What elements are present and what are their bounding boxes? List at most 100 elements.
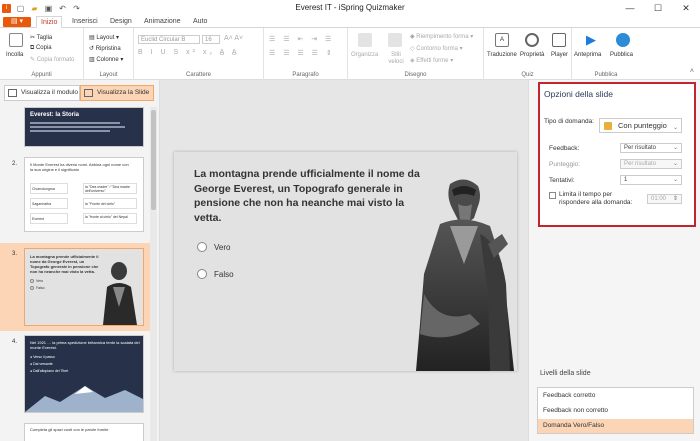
- answer-option-vero[interactable]: Vero: [197, 242, 230, 252]
- time-limit-label: Limita il tempo per rispondere alla doma…: [559, 191, 633, 206]
- quiz-group-label: Quiz: [521, 72, 534, 78]
- translation-button[interactable]: Traduzione: [487, 52, 517, 58]
- slide-thumbnail[interactable]: Completa gli spazi vuoti con le parole f…: [24, 423, 144, 441]
- chevron-down-icon: ⌄: [672, 145, 678, 151]
- group-carattere: Euclid Circular B 16 A˄ A˅ B I U S x² x₂…: [134, 28, 264, 80]
- player-button[interactable]: Player: [551, 52, 568, 58]
- gear-icon: [525, 33, 539, 47]
- thumb-number: 3.: [12, 251, 18, 257]
- tab-inizio[interactable]: Inizio: [36, 16, 63, 28]
- options-title: Opzioni della slide: [544, 89, 613, 99]
- thumbnail-scroll-thumb[interactable]: [151, 110, 156, 210]
- view-module-button[interactable]: Visualizza il modulo: [4, 85, 80, 101]
- answer-option-falso[interactable]: Falso: [197, 269, 234, 279]
- tab-design[interactable]: Design: [106, 16, 136, 28]
- reset-button[interactable]: ↺ Ripristina: [89, 45, 121, 52]
- group-paragrafo: ☰ ☰ ⇤ ⇥ ☰ ☰ ☰ ☰ ☰ ⇕ Paragrafo: [264, 28, 348, 80]
- slide-thumbnails: Everest: la Storia 2. Il Monte Everest h…: [0, 107, 150, 441]
- time-limit-checkbox[interactable]: [549, 192, 556, 199]
- levels-title: Livelli della slide: [540, 370, 591, 377]
- level-item-feedback-correct[interactable]: Feedback corretto: [538, 389, 693, 403]
- thumb-text: La montagna prende ufficialmente il nome…: [30, 254, 99, 274]
- tab-auto[interactable]: Auto: [189, 16, 211, 28]
- preview-button[interactable]: Anteprima: [574, 52, 601, 58]
- copy-button[interactable]: ⧉ Copia: [30, 45, 52, 52]
- shape-effects-button[interactable]: ◈ Effetti forme ▾: [410, 57, 453, 64]
- columns-button[interactable]: ▥ Colonne ▾: [89, 56, 123, 63]
- paste-icon: [9, 33, 23, 47]
- slide-thumbnail[interactable]: La montagna prende ufficialmente il nome…: [24, 248, 144, 326]
- stepper-icon: ⇕: [672, 196, 678, 202]
- feedback-value: Per risultato: [624, 145, 657, 151]
- thumb-text: Nel 1921 … la prima spedizione britannic…: [30, 340, 140, 350]
- minimize-icon[interactable]: —: [616, 0, 644, 16]
- view-slide-label: Visualizza la Slide: [97, 89, 150, 96]
- font-family-select[interactable]: Euclid Circular B: [138, 35, 200, 44]
- pubblica-group-label: Pubblica: [594, 72, 618, 78]
- appunti-group-label: Appunti: [31, 72, 52, 78]
- font-size-select[interactable]: 16: [202, 35, 220, 44]
- thumbnail-row-5[interactable]: Completa gli spazi vuoti con le parole f…: [0, 423, 150, 441]
- question-text[interactable]: La montagna prende ufficialmente il nome…: [194, 167, 424, 225]
- shape-outline-button[interactable]: ◇ Contorno forma ▾: [410, 45, 463, 52]
- slide-thumbnail[interactable]: Everest: la Storia: [24, 107, 144, 147]
- view-slide-button[interactable]: Visualizza la Slide: [80, 85, 154, 101]
- tab-inserisci[interactable]: Inserisci: [68, 16, 102, 28]
- thumb-cell: la "Fronte del cielo": [83, 198, 137, 209]
- score-label: Punteggio:: [549, 161, 581, 168]
- thumb-cell: Chomolungma: [30, 183, 68, 194]
- time-limit-input[interactable]: 01:00 ⇕: [647, 194, 682, 204]
- format-painter-button[interactable]: ✎ Copia formato: [30, 56, 74, 63]
- paste-button[interactable]: Incolla: [6, 52, 23, 58]
- radio-button[interactable]: [197, 269, 207, 279]
- thumb-option-label: Dal versante: [33, 362, 53, 366]
- file-menu-button[interactable]: ▤ ▾: [3, 17, 31, 27]
- cut-button[interactable]: ✂ Taglia: [30, 34, 52, 41]
- publish-button[interactable]: Pubblica: [610, 52, 633, 58]
- question-type-label: Tipo di domanda:: [544, 118, 594, 125]
- group-quiz: A Traduzione Proprietà Player Quiz: [484, 28, 572, 80]
- thumb-option: ● Dall'altopiano del Tibet: [30, 369, 69, 373]
- score-select[interactable]: Per risultato ⌄: [620, 159, 682, 169]
- level-item-question[interactable]: Domanda Vero/Falso: [538, 419, 693, 433]
- thumbnail-row-1[interactable]: Everest: la Storia: [0, 107, 150, 155]
- align-buttons-icon[interactable]: ☰ ☰ ☰ ☰ ⇕: [269, 49, 335, 57]
- thumbnail-row-2[interactable]: 2. Il Monte Everest ha diversi nomi. Abb…: [0, 157, 150, 239]
- cut-label: Taglia: [36, 35, 53, 41]
- question-type-select[interactable]: Con punteggio ⌄: [599, 118, 682, 133]
- font-style-buttons[interactable]: B I U S x² x₂ A̲ A̲: [138, 49, 240, 56]
- shape-outline-label: Contorno forma: [416, 46, 458, 52]
- font-grow-shrink-icon[interactable]: A˄ A˅: [224, 35, 243, 42]
- scored-icon: [604, 122, 612, 130]
- layout-button[interactable]: ▤ Layout ▾: [89, 34, 119, 41]
- translation-icon: A: [495, 33, 509, 47]
- preview-play-icon: ▶: [586, 32, 596, 47]
- carattere-group-label: Carattere: [185, 72, 211, 78]
- maximize-icon[interactable]: ☐: [644, 0, 672, 16]
- thumb-cell: Everest: [30, 213, 68, 224]
- reset-label: Ripristina: [95, 46, 121, 52]
- level-item-feedback-incorrect[interactable]: Feedback non corretto: [538, 404, 693, 418]
- attempts-select[interactable]: 1 ⌄: [620, 175, 682, 185]
- tab-animazione[interactable]: Animazione: [140, 16, 185, 28]
- ribbon-tabs: ▤ ▾ Inizio Inserisci Design Animazione A…: [0, 16, 700, 28]
- thumb-text: Completa gli spazi vuoti con le parole f…: [30, 427, 109, 432]
- slide-thumbnail[interactable]: Il Monte Everest ha diversi nomi. Abbina…: [24, 157, 144, 232]
- publish-globe-icon: [616, 33, 630, 47]
- group-pubblica: ▶ Anteprima Pubblica Pubblica: [572, 28, 640, 80]
- shape-fill-button[interactable]: ◆ Riempimento forma ▾: [410, 33, 473, 40]
- properties-button[interactable]: Proprietà: [520, 52, 544, 58]
- collapse-ribbon-icon[interactable]: ˄: [690, 68, 694, 75]
- chevron-down-icon: ⌄: [672, 125, 678, 131]
- window-controls: — ☐ ✕: [616, 0, 700, 16]
- quick-styles-button[interactable]: Stili veloci: [388, 52, 404, 66]
- close-icon[interactable]: ✕: [672, 0, 700, 16]
- slide-thumbnail[interactable]: Nel 1921 … la prima spedizione britannic…: [24, 335, 144, 413]
- arrange-button[interactable]: Organizza: [351, 52, 378, 58]
- feedback-select[interactable]: Per risultato ⌄: [620, 143, 682, 153]
- radio-button[interactable]: [197, 242, 207, 252]
- thumbnail-row-4[interactable]: 4. Nel 1921 … la prima spedizione britan…: [0, 335, 150, 419]
- thumb-cell: la "Dea madre" / "Dea madre dell'univers…: [83, 183, 137, 194]
- list-buttons-icon[interactable]: ☰ ☰ ⇤ ⇥ ☰: [269, 35, 334, 43]
- thumbnail-row-3[interactable]: 3. La montagna prende ufficialmente il n…: [0, 243, 150, 331]
